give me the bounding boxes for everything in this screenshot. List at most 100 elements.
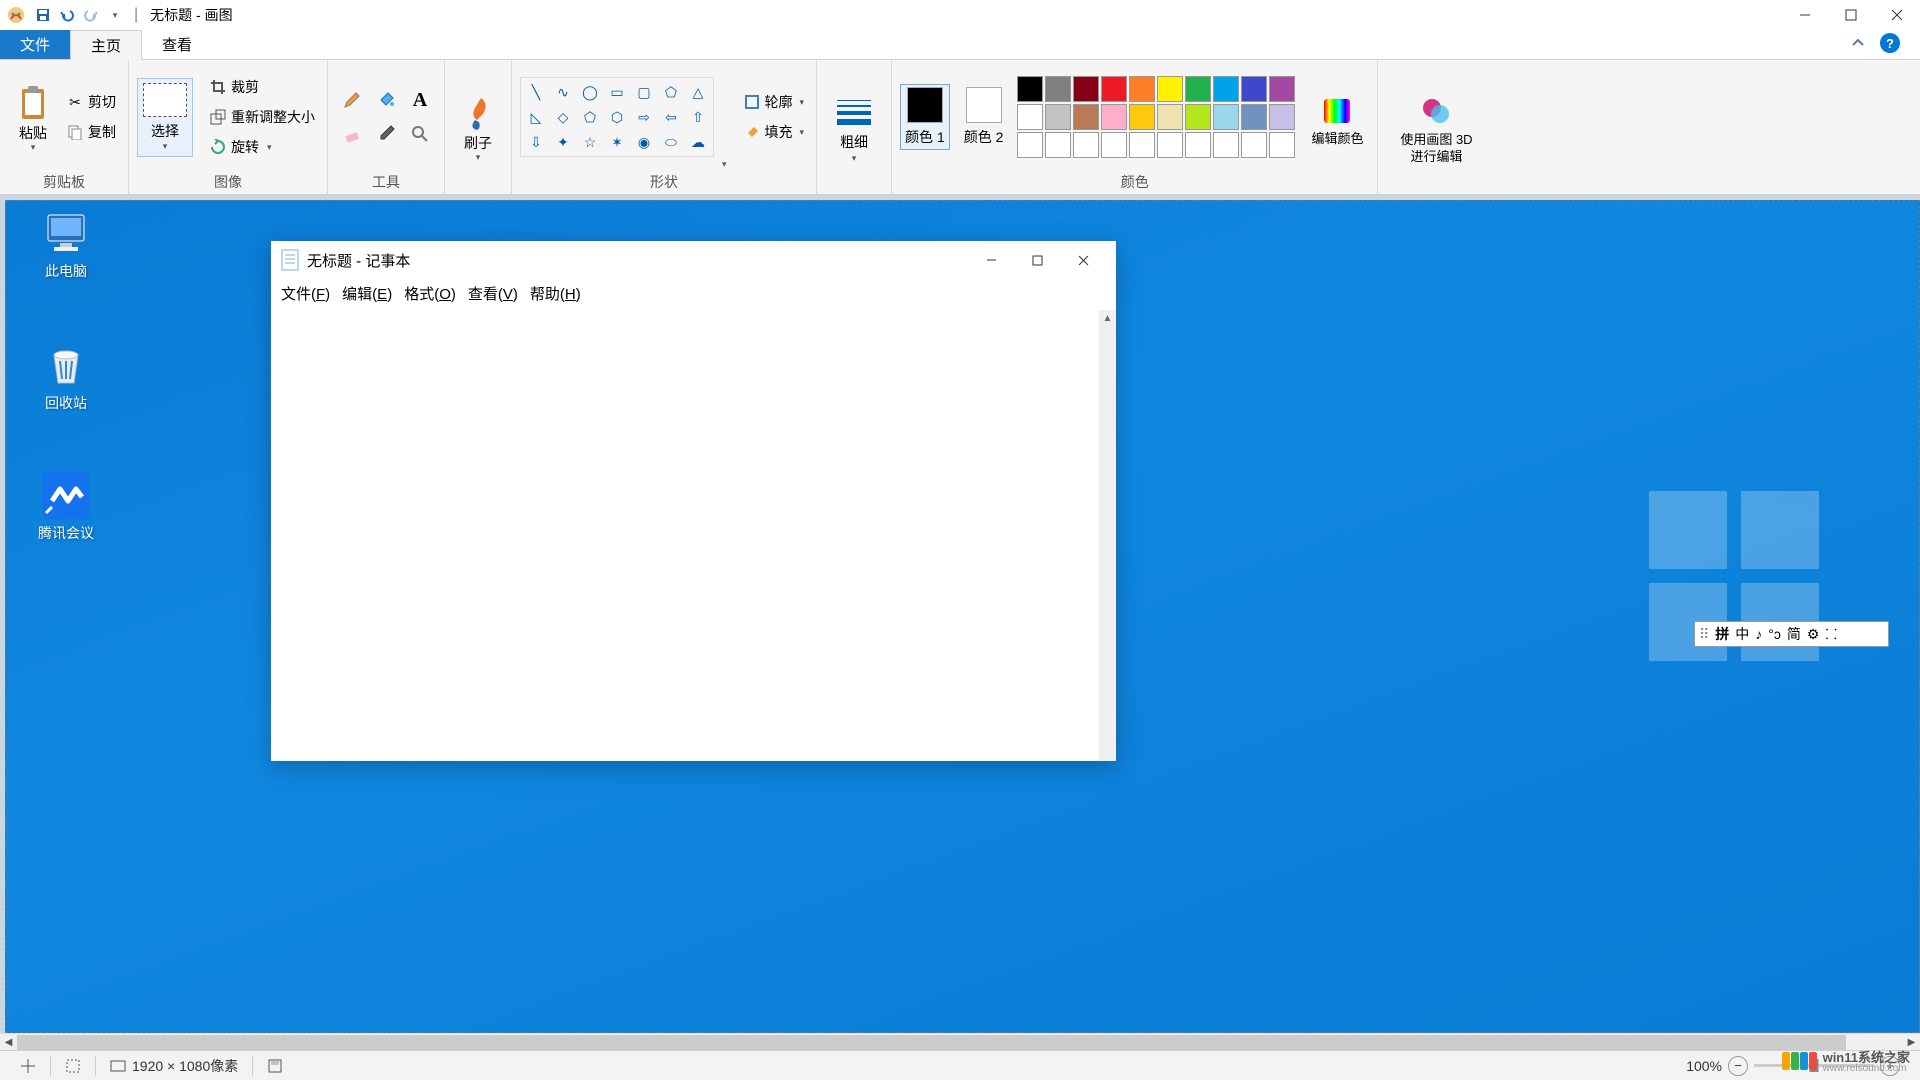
qat-customize-button[interactable]: ▾ (104, 4, 126, 26)
palette-color[interactable] (1157, 76, 1183, 102)
qat-redo-button[interactable] (80, 4, 102, 26)
ime-gear-icon[interactable]: ⚙ (1807, 626, 1820, 643)
notepad-menu-help[interactable]: 帮助(H) (530, 283, 581, 304)
shapes-gallery[interactable]: ╲ ∿ ◯ ▭ ▢ ⬠ △ ◺ ◇ ⬠ ⬡ ⇨ ⇦ ⇧ ⇩ ✦ ☆ ✶ ◉ ⬭ (520, 77, 714, 157)
palette-color[interactable] (1073, 104, 1099, 130)
shape-larrow[interactable]: ⇦ (658, 105, 684, 129)
palette-color[interactable] (1241, 104, 1267, 130)
palette-color[interactable] (1185, 132, 1211, 158)
rotate-button[interactable]: 旋转▾ (205, 135, 319, 159)
collapse-ribbon-button[interactable] (1851, 36, 1865, 50)
desktop-icon-tencent[interactable]: 腾讯会议 (26, 471, 106, 543)
shape-line[interactable]: ╲ (523, 80, 549, 104)
ime-drag-icon[interactable]: ⠿ (1699, 626, 1709, 643)
scroll-track[interactable] (17, 1034, 1903, 1050)
palette-color[interactable] (1017, 104, 1043, 130)
palette-color[interactable] (1073, 76, 1099, 102)
scroll-up-icon[interactable]: ▲ (1099, 310, 1116, 327)
scroll-thumb[interactable] (17, 1035, 1846, 1050)
maximize-button[interactable] (1828, 0, 1874, 30)
notepad-menu-edit[interactable]: 编辑(E) (342, 283, 392, 304)
notepad-menu-file[interactable]: 文件(F) (281, 283, 330, 304)
palette-color[interactable] (1213, 132, 1239, 158)
palette-color[interactable] (1269, 132, 1295, 158)
qat-undo-button[interactable] (56, 4, 78, 26)
eyedropper-tool[interactable] (370, 118, 402, 150)
shape-callout-oval[interactable]: ⬭ (658, 130, 684, 154)
palette-color[interactable] (1045, 104, 1071, 130)
fill-button[interactable]: 填充▾ (739, 120, 809, 144)
help-button[interactable]: ? (1880, 33, 1900, 53)
palette-color[interactable] (1185, 104, 1211, 130)
shape-5star[interactable]: ☆ (577, 130, 603, 154)
horizontal-scrollbar[interactable]: ◀ ▶ (0, 1033, 1920, 1050)
shape-6star[interactable]: ✶ (604, 130, 630, 154)
crop-button[interactable]: 裁剪 (205, 75, 319, 99)
shape-oval[interactable]: ◯ (577, 80, 603, 104)
desktop-icon-pc[interactable]: 此电脑 (26, 209, 106, 281)
shape-darrow[interactable]: ⇩ (523, 130, 549, 154)
size-button[interactable]: 粗细 ▾ (825, 90, 883, 165)
shape-polygon[interactable]: ⬠ (658, 80, 684, 104)
shape-rect[interactable]: ▭ (604, 80, 630, 104)
palette-color[interactable] (1157, 132, 1183, 158)
palette-color[interactable] (1129, 104, 1155, 130)
palette-color[interactable] (1017, 76, 1043, 102)
tab-file[interactable]: 文件 (0, 30, 70, 59)
shape-triangle[interactable]: △ (685, 80, 711, 104)
shape-diamond[interactable]: ◇ (550, 105, 576, 129)
paste-button[interactable]: 粘贴 ▾ (8, 80, 58, 154)
palette-color[interactable] (1101, 76, 1127, 102)
copy-button[interactable]: 复制 (62, 120, 120, 144)
palette-color[interactable] (1241, 76, 1267, 102)
scroll-left-button[interactable]: ◀ (0, 1034, 17, 1050)
ime-punct[interactable]: °ɔ (1768, 626, 1781, 642)
shape-uarrow[interactable]: ⇧ (685, 105, 711, 129)
ime-more-icon[interactable]: ⸬ (1825, 625, 1837, 644)
tab-home[interactable]: 主页 (70, 30, 142, 60)
shape-callout-round[interactable]: ◉ (631, 130, 657, 154)
close-button[interactable] (1874, 0, 1920, 30)
palette-color[interactable] (1157, 104, 1183, 130)
ime-music-icon[interactable]: ♪ (1755, 626, 1762, 642)
canvas-area[interactable]: 此电脑 回收站 腾讯会议 无标题 - 记事本 文件(F) 编辑(E (0, 195, 1920, 1033)
desktop-icon-bin[interactable]: 回收站 (26, 341, 106, 413)
shape-pentagon[interactable]: ⬠ (577, 105, 603, 129)
shape-4star[interactable]: ✦ (550, 130, 576, 154)
ime-lang[interactable]: 中 (1735, 624, 1749, 644)
pencil-tool[interactable] (336, 84, 368, 116)
text-tool[interactable]: A (404, 84, 436, 116)
palette-color[interactable] (1129, 76, 1155, 102)
eraser-tool[interactable] (336, 118, 368, 150)
notepad-minimize-button[interactable] (968, 244, 1014, 276)
palette-color[interactable] (1045, 132, 1071, 158)
palette-color[interactable] (1045, 76, 1071, 102)
shape-hexagon[interactable]: ⬡ (604, 105, 630, 129)
notepad-maximize-button[interactable] (1014, 244, 1060, 276)
palette-color[interactable] (1269, 76, 1295, 102)
minimize-button[interactable] (1782, 0, 1828, 30)
notepad-textarea[interactable]: ▲ (271, 310, 1116, 761)
notepad-titlebar[interactable]: 无标题 - 记事本 (271, 241, 1116, 279)
bucket-tool[interactable] (370, 84, 402, 116)
resize-button[interactable]: 重新调整大小 (205, 105, 319, 129)
palette-color[interactable] (1017, 132, 1043, 158)
palette-color[interactable] (1241, 132, 1267, 158)
shape-rtriangle[interactable]: ◺ (523, 105, 549, 129)
edit-colors-button[interactable]: 编辑颜色 (1305, 87, 1369, 148)
palette-color[interactable] (1269, 104, 1295, 130)
ime-simp[interactable]: 简 (1787, 624, 1801, 644)
palette-color[interactable] (1129, 132, 1155, 158)
brush-button[interactable]: 刷子 ▾ (453, 90, 503, 164)
shape-curve[interactable]: ∿ (550, 80, 576, 104)
notepad-menu-view[interactable]: 查看(V) (468, 283, 518, 304)
notepad-scrollbar[interactable]: ▲ (1099, 310, 1116, 761)
magnifier-tool[interactable] (404, 118, 436, 150)
palette-color[interactable] (1101, 132, 1127, 158)
ime-pin[interactable]: 拼 (1715, 624, 1729, 644)
cut-button[interactable]: ✂剪切 (62, 90, 120, 114)
qat-save-button[interactable] (32, 4, 54, 26)
tab-view[interactable]: 查看 (142, 30, 212, 59)
color2-button[interactable]: 颜色 2 (960, 85, 1008, 149)
color1-button[interactable]: 颜色 1 (900, 84, 950, 150)
